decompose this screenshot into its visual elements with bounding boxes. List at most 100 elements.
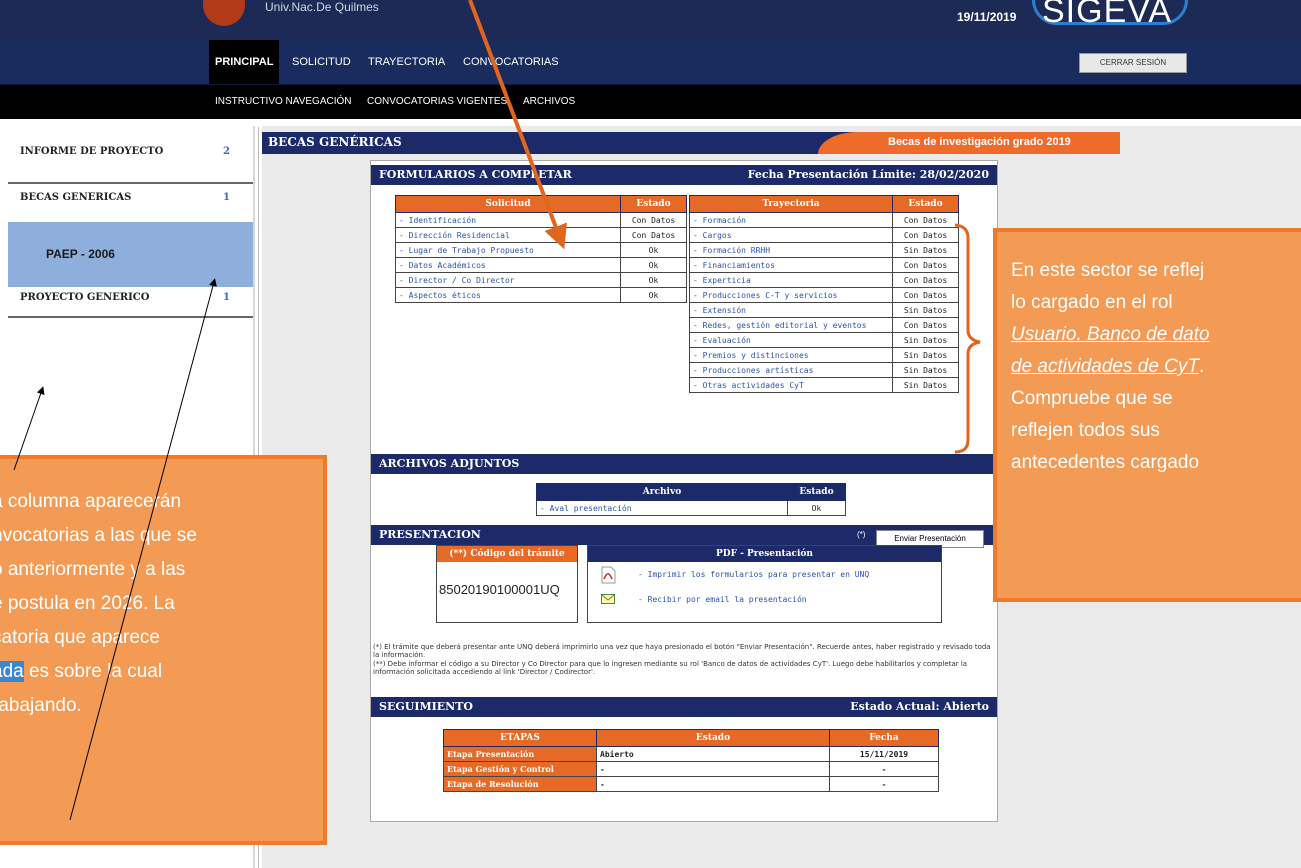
attachments-table: Archivo Estado - Aval presentación Ok xyxy=(536,483,846,516)
annotation-text: es sobre la cual xyxy=(23,661,163,682)
nav-convocatorias[interactable]: CONVOCATORIAS xyxy=(457,40,565,84)
table-row: - Datos Académicos Ok xyxy=(395,257,687,273)
row-cell: - xyxy=(596,761,830,777)
nav-convocatorias-vigentes[interactable]: CONVOCATORIAS VIGENTES xyxy=(367,85,507,119)
nav-solicitud[interactable]: SOLICITUD xyxy=(286,40,357,84)
table-row: - Producciones artísticas Sin Datos xyxy=(689,362,959,378)
row-link[interactable]: - Experticia xyxy=(689,272,893,288)
sidebar-item-paep-selected[interactable]: PAEP - 2006 xyxy=(8,222,253,287)
annotation-text: antecedentes cargado xyxy=(1011,452,1200,473)
code-box: (**) Código del trámite 85020190100001UQ xyxy=(436,545,578,623)
sidebar-item-label: INFORME DE PROYECTO xyxy=(20,146,164,157)
sidebar-item-proyecto[interactable]: PROYECTO GENERICO 1 xyxy=(8,290,253,318)
attachments-header: Archivo xyxy=(536,483,788,501)
annotation-text: Compruebe que se xyxy=(1011,388,1173,409)
row-cell: Etapa Gestión y Control xyxy=(443,761,597,777)
annotation-text: En este sector se reflej xyxy=(1011,260,1205,281)
row-link[interactable]: - Formación RRHH xyxy=(689,242,893,258)
table-row: - Financiamientos Con Datos xyxy=(689,257,959,273)
row-cell: Sin Datos xyxy=(892,242,959,258)
row-cell: Sin Datos xyxy=(892,377,959,393)
annotation-link-text: Usuario. Banco de dato xyxy=(1011,324,1210,345)
sigeva-logo: SIGEVA xyxy=(1042,0,1173,30)
table-row: - Producciones C-T y servicios Con Datos xyxy=(689,287,959,303)
sidebar-item-informe[interactable]: INFORME DE PROYECTO 2 xyxy=(8,142,253,184)
page-header: BECAS GENÉRICAS Becas de investigación g… xyxy=(262,132,1120,154)
row-link[interactable]: - Lugar de Trabajo Propuesto xyxy=(395,242,621,258)
tracking-header-status: Estado xyxy=(596,729,830,747)
sidebar-item-count: 2 xyxy=(223,146,230,157)
table-row: - Redes, gestión editorial y eventos Con … xyxy=(689,317,959,333)
print-forms-link[interactable]: - Imprimir los formularios para presenta… xyxy=(638,570,869,579)
nav-principal[interactable]: PRINCIPAL xyxy=(209,40,280,84)
tracking-status: Estado Actual: Abierto xyxy=(850,700,989,713)
university-logo xyxy=(203,0,245,26)
forms-deadline: Fecha Presentación Límite: 28/02/2020 xyxy=(747,168,989,181)
row-cell: Ok xyxy=(620,242,687,258)
table-row: - Dirección Residencial Con Datos xyxy=(395,227,687,243)
page-subtitle: Becas de investigación grado 2019 xyxy=(888,136,1071,148)
row-link[interactable]: - Formación xyxy=(689,212,893,228)
solicitud-status-header: Estado xyxy=(620,195,687,213)
row-link[interactable]: - Producciones C-T y servicios xyxy=(689,287,893,303)
row-link[interactable]: - Dirección Residencial xyxy=(395,227,621,243)
table-row: - Formación Con Datos xyxy=(689,212,959,228)
row-link[interactable]: - Datos Académicos xyxy=(395,257,621,273)
row-link[interactable]: - Redes, gestión editorial y eventos xyxy=(689,317,893,333)
forms-title: FORMULARIOS A COMPLETAR xyxy=(379,168,572,181)
table-row: - Premios y distinciones Sin Datos xyxy=(689,347,959,363)
row-cell: Ok xyxy=(620,257,687,273)
row-link[interactable]: - Evaluación xyxy=(689,332,893,348)
table-row: - Experticia Con Datos xyxy=(689,272,959,288)
row-link[interactable]: - Otras actividades CyT xyxy=(689,377,893,393)
nav-archivos[interactable]: ARCHIVOS xyxy=(523,85,575,119)
sub-nav: INSTRUCTIVO NAVEGACIÓN CONVOCATORIAS VIG… xyxy=(0,85,1301,119)
tracking-section-bar: SEGUIMIENTO Estado Actual: Abierto xyxy=(371,697,997,717)
presentation-note-2: (**) Debe informar el código a su Direct… xyxy=(373,660,968,676)
row-link[interactable]: - Aspectos éticos xyxy=(395,287,621,303)
institution-name: Univ.Nac.De Quilmes xyxy=(265,0,379,14)
annotation-text: rabajando. xyxy=(0,695,82,716)
pdf-box: PDF - Presentación - Imprimir los formul… xyxy=(587,545,942,623)
row-link[interactable]: - Premios y distinciones xyxy=(689,347,893,363)
row-cell: Sin Datos xyxy=(892,302,959,318)
main-panel: FORMULARIOS A COMPLETAR Fecha Presentaci… xyxy=(370,160,998,822)
solicitud-table: Solicitud Estado - Identificación Con Dat… xyxy=(395,195,687,303)
table-row: - Cargos Con Datos xyxy=(689,227,959,243)
row-link[interactable]: - Financiamientos xyxy=(689,257,893,273)
sidebar-item-count: 1 xyxy=(223,192,230,203)
row-cell: Con Datos xyxy=(620,227,687,243)
row-link[interactable]: - Aval presentación xyxy=(536,500,788,516)
tracking-header-stage: ETAPAS xyxy=(443,729,597,747)
row-cell: Sin Datos xyxy=(892,332,959,348)
pdf-icon xyxy=(601,566,616,584)
trayectoria-status-header: Estado xyxy=(892,195,959,213)
row-cell: Sin Datos xyxy=(892,362,959,378)
logout-button[interactable]: CERRAR SESIÓN xyxy=(1079,53,1187,73)
nav-trayectoria[interactable]: TRAYECTORIA xyxy=(362,40,451,84)
table-row: - Aval presentación Ok xyxy=(536,500,846,516)
sidebar-item-label: PAEP - 2006 xyxy=(46,247,115,261)
row-cell: 15/11/2019 xyxy=(829,746,939,762)
trayectoria-table: Trayectoria Estado - Formación Con Datos -… xyxy=(689,195,959,393)
row-cell: Ok xyxy=(620,272,687,288)
annotation-right: En este sector se reflej lo cargado en e… xyxy=(993,228,1301,602)
email-presentation-link[interactable]: - Recibir por email la presentación xyxy=(638,595,807,604)
annotation-left: a columna aparecerán nvocatorias a las q… xyxy=(0,455,327,845)
sidebar-item-becas[interactable]: BECAS GENERICAS 1 xyxy=(8,188,253,220)
main-nav: PRINCIPAL SOLICITUD TRAYECTORIA CONVOCAT… xyxy=(0,40,1301,85)
table-row: - Aspectos éticos Ok xyxy=(395,287,687,303)
row-cell: - xyxy=(829,776,939,792)
row-link[interactable]: - Producciones artísticas xyxy=(689,362,893,378)
top-bar: Univ.Nac.De Quilmes 19/11/2019 SIGEVA xyxy=(0,0,1301,40)
row-link[interactable]: - Identificación xyxy=(395,212,621,228)
row-link[interactable]: - Extensión xyxy=(689,302,893,318)
sidebar-item-count: 1 xyxy=(223,292,230,303)
presentation-note-1: (*) El trámite que deberá presentar ante… xyxy=(373,643,991,659)
row-link[interactable]: - Director / Co Director xyxy=(395,272,621,288)
nav-instructivo[interactable]: INSTRUCTIVO NAVEGACIÓN xyxy=(215,85,352,119)
email-icon xyxy=(601,594,615,604)
code-value: 85020190100001UQ xyxy=(439,582,560,597)
row-link[interactable]: - Cargos xyxy=(689,227,893,243)
table-row: - Lugar de Trabajo Propuesto Ok xyxy=(395,242,687,258)
